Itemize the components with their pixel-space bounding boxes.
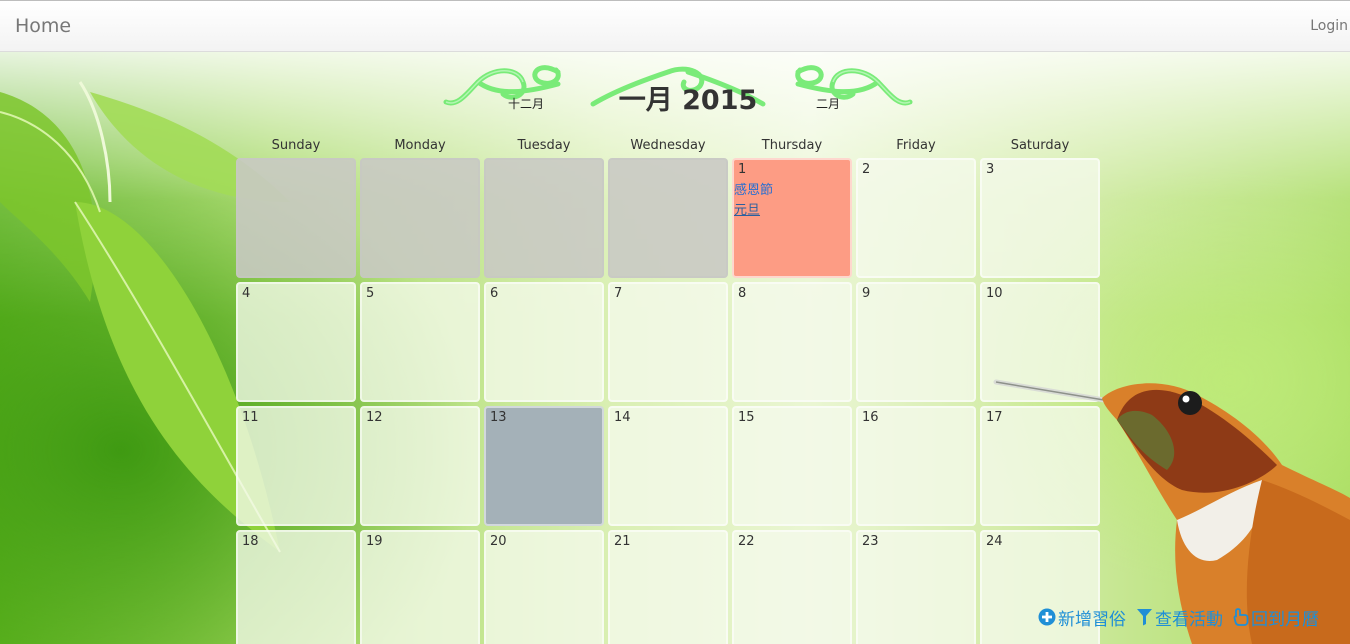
weekday-tuesday: Tuesday [517, 138, 571, 153]
day-number: 13 [490, 410, 507, 425]
day-cell-14[interactable]: 14 [608, 406, 728, 526]
calendar-grid: 1 感恩節 元旦 2 3 4 5 6 7 8 9 10 11 12 13 14 … [236, 158, 1104, 644]
day-cell-23[interactable]: 23 [856, 530, 976, 644]
plus-circle-icon [1038, 608, 1056, 626]
hand-point-icon [1233, 608, 1249, 626]
day-number: 3 [986, 162, 995, 177]
add-custom-button[interactable]: 新增習俗 [1038, 605, 1126, 630]
day-cell-3[interactable]: 3 [980, 158, 1100, 278]
day-cell-6[interactable]: 6 [484, 282, 604, 402]
day-cell-2[interactable]: 2 [856, 158, 976, 278]
day-cell-13-today[interactable]: 13 [484, 406, 604, 526]
day-cell-16[interactable]: 16 [856, 406, 976, 526]
empty-day-cell [608, 158, 728, 278]
login-link[interactable]: Login [1310, 18, 1348, 34]
action-bar: 新增習俗 查看活動 回到月曆 [1038, 604, 1319, 630]
day-cell-9[interactable]: 9 [856, 282, 976, 402]
weekday-monday: Monday [394, 138, 446, 153]
day-number: 20 [490, 534, 507, 549]
day-cell-15[interactable]: 15 [732, 406, 852, 526]
day-cell-21[interactable]: 21 [608, 530, 728, 644]
home-link[interactable]: Home [15, 15, 71, 37]
day-cell-22[interactable]: 22 [732, 530, 852, 644]
weekday-friday: Friday [896, 138, 936, 153]
event-link-thanksgiving[interactable]: 感恩節 [734, 181, 773, 201]
day-number: 4 [242, 286, 251, 301]
empty-day-cell [484, 158, 604, 278]
day-number: 9 [862, 286, 871, 301]
day-number: 8 [738, 286, 747, 301]
empty-day-cell [236, 158, 356, 278]
day-cell-11[interactable]: 11 [236, 406, 356, 526]
event-link-new-year[interactable]: 元旦 [734, 201, 773, 221]
back-to-calendar-button[interactable]: 回到月曆 [1233, 605, 1319, 630]
view-events-label: 查看活動 [1155, 609, 1223, 630]
day-number: 21 [614, 534, 631, 549]
day-number: 15 [738, 410, 755, 425]
navbar: Home Login [0, 0, 1350, 52]
hummingbird-illustration [993, 379, 1350, 644]
day-cell-12[interactable]: 12 [360, 406, 480, 526]
day-cell-4[interactable]: 4 [236, 282, 356, 402]
weekday-sunday: Sunday [271, 138, 321, 153]
day-cell-20[interactable]: 20 [484, 530, 604, 644]
next-month-link[interactable]: 二月 [816, 95, 840, 112]
day-number: 16 [862, 410, 879, 425]
event-list: 感恩節 元旦 [734, 181, 773, 221]
day-number: 6 [490, 286, 499, 301]
day-cell-7[interactable]: 7 [608, 282, 728, 402]
day-number: 22 [738, 534, 755, 549]
back-to-calendar-label: 回到月曆 [1251, 609, 1319, 630]
day-number: 7 [614, 286, 623, 301]
day-number: 18 [242, 534, 259, 549]
weekday-thursday: Thursday [761, 138, 823, 153]
day-cell-1[interactable]: 1 感恩節 元旦 [732, 158, 852, 278]
day-cell-19[interactable]: 19 [360, 530, 480, 644]
add-custom-label: 新增習俗 [1058, 609, 1126, 630]
day-cell-8[interactable]: 8 [732, 282, 852, 402]
day-number: 2 [862, 162, 871, 177]
day-number: 10 [986, 286, 1003, 301]
view-events-button[interactable]: 查看活動 [1136, 605, 1223, 630]
day-number: 12 [366, 410, 383, 425]
prev-month-link[interactable]: 十二月 [508, 95, 544, 112]
day-cell-18[interactable]: 18 [236, 530, 356, 644]
day-number: 19 [366, 534, 383, 549]
weekday-wednesday: Wednesday [630, 138, 706, 153]
weekday-header: Sunday Monday Tuesday Wednesday Thursday… [236, 138, 1104, 158]
day-number: 11 [242, 410, 259, 425]
day-cell-5[interactable]: 5 [360, 282, 480, 402]
day-number: 5 [366, 286, 375, 301]
weekday-saturday: Saturday [1010, 138, 1070, 153]
filter-icon [1137, 609, 1152, 626]
day-number: 1 [738, 162, 747, 177]
day-number: 23 [862, 534, 879, 549]
day-number: 14 [614, 410, 631, 425]
month-title: 一月 2015 [618, 85, 758, 116]
empty-day-cell [360, 158, 480, 278]
